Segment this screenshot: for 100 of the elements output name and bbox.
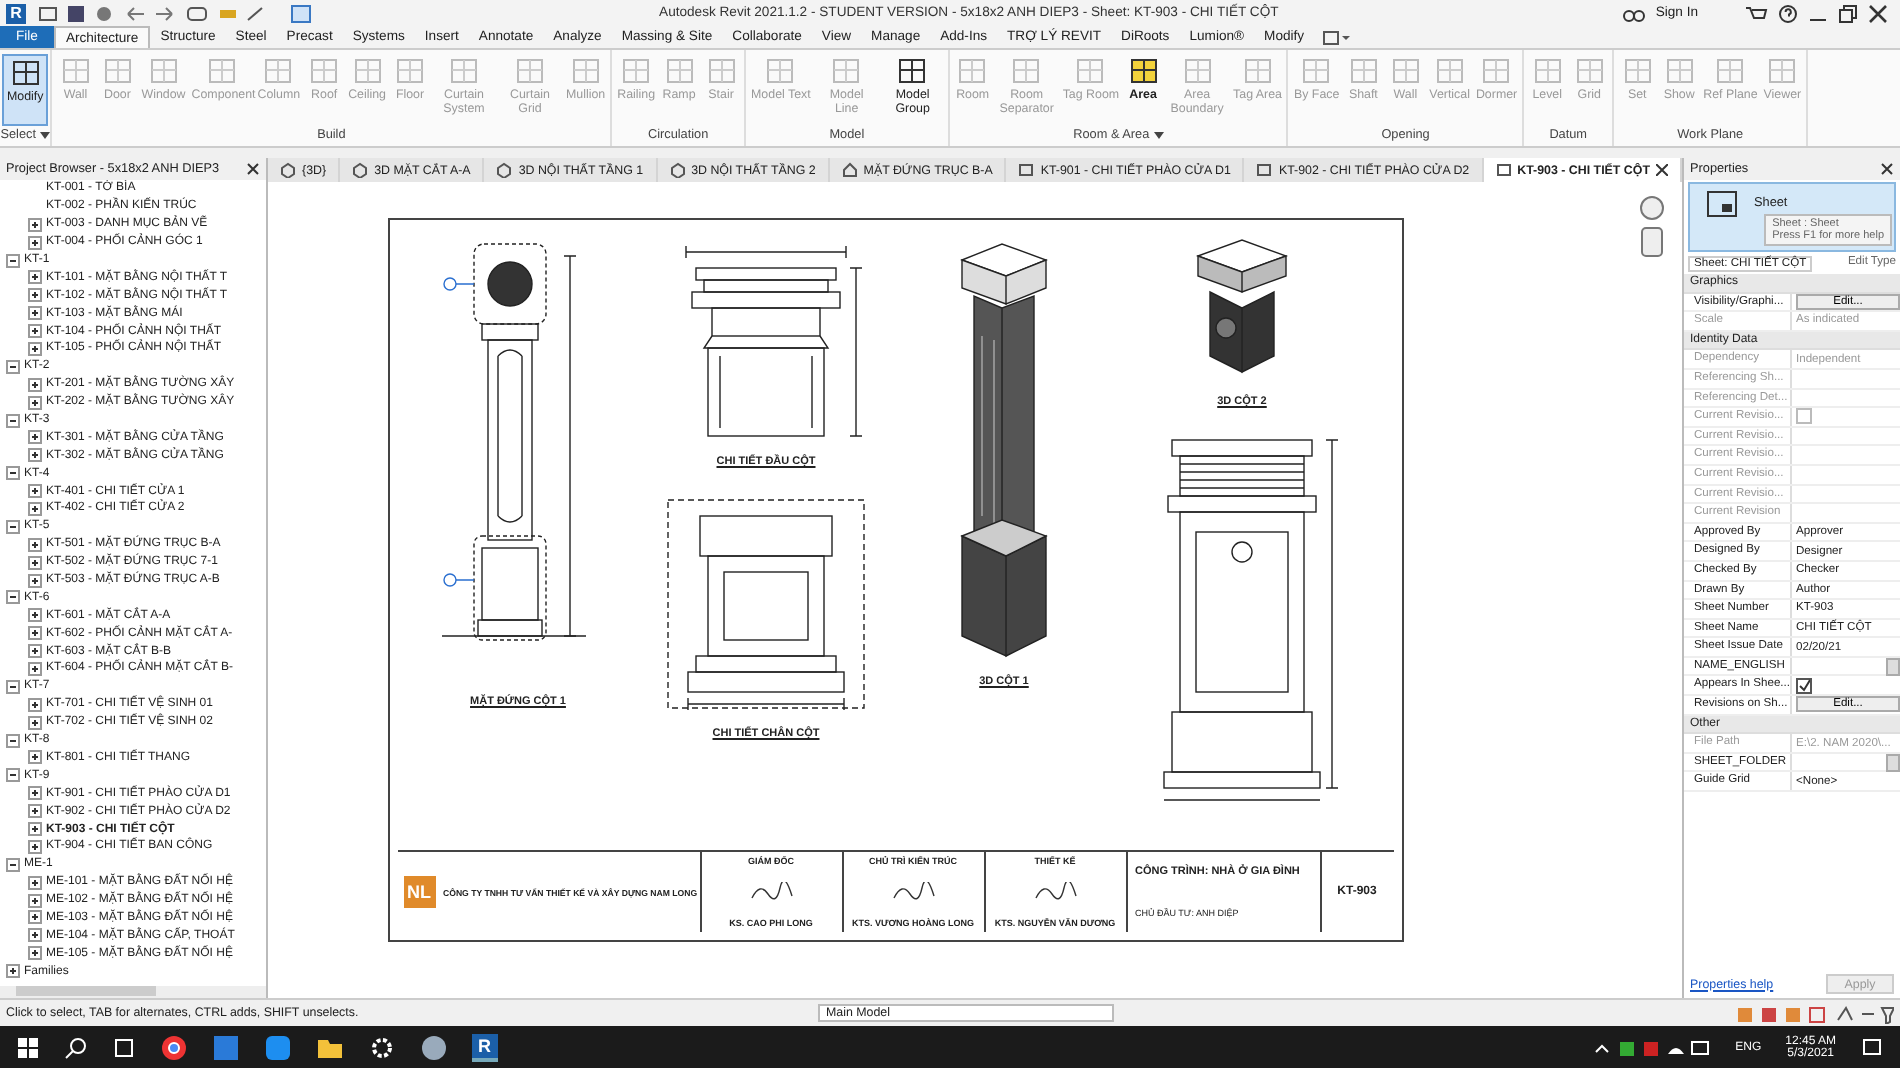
view-type-icon bbox=[669, 162, 686, 178]
expand-toggle-icon[interactable] bbox=[28, 324, 42, 339]
expand-toggle-icon[interactable] bbox=[6, 519, 20, 534]
tool-icon bbox=[1241, 56, 1274, 86]
expand-toggle-icon[interactable] bbox=[28, 235, 42, 250]
expand-toggle-icon[interactable] bbox=[28, 377, 42, 392]
expand-toggle-icon[interactable] bbox=[6, 590, 20, 605]
view-type-icon bbox=[1495, 162, 1512, 178]
tool-icon bbox=[1573, 56, 1606, 86]
expand-toggle-icon[interactable] bbox=[28, 501, 42, 516]
tool-icon bbox=[9, 58, 42, 88]
expand-toggle-icon[interactable] bbox=[28, 430, 42, 445]
browser-icon[interactable] bbox=[160, 1033, 188, 1061]
cart-icon[interactable] bbox=[1744, 3, 1768, 23]
expand-toggle-icon[interactable] bbox=[28, 288, 42, 303]
tool-icon bbox=[1531, 56, 1564, 86]
close-icon[interactable] bbox=[1880, 162, 1894, 176]
expand-toggle-icon[interactable] bbox=[28, 395, 42, 410]
tool-icon bbox=[1389, 56, 1422, 86]
search-icon[interactable] bbox=[64, 1035, 88, 1059]
expand-toggle-icon[interactable] bbox=[6, 857, 20, 872]
sheet-icon bbox=[1702, 186, 1742, 222]
close-icon[interactable] bbox=[1868, 3, 1888, 23]
close-icon[interactable] bbox=[1656, 164, 1668, 176]
tool-icon bbox=[448, 56, 480, 86]
expand-toggle-icon[interactable] bbox=[28, 804, 42, 819]
quick-access-icons[interactable] bbox=[36, 3, 316, 23]
expand-toggle-icon[interactable] bbox=[6, 964, 20, 979]
expand-toggle-icon[interactable] bbox=[28, 644, 42, 659]
caret-icon[interactable] bbox=[40, 131, 50, 139]
expand-toggle-icon[interactable] bbox=[28, 822, 42, 836]
app-logo[interactable]: R bbox=[6, 3, 26, 23]
expand-toggle-icon[interactable] bbox=[6, 768, 20, 783]
view-type-icon bbox=[1018, 162, 1035, 178]
settings-icon[interactable] bbox=[368, 1033, 396, 1061]
tool-icon bbox=[1347, 56, 1380, 86]
tool-icon bbox=[620, 56, 653, 86]
caret-icon[interactable] bbox=[1153, 131, 1164, 139]
expand-toggle-icon[interactable] bbox=[28, 910, 42, 925]
system-tray-icons[interactable] bbox=[1591, 1035, 1712, 1059]
expand-toggle-icon[interactable] bbox=[28, 537, 42, 552]
expand-toggle-icon[interactable] bbox=[28, 946, 42, 961]
expand-toggle-icon[interactable] bbox=[28, 217, 42, 232]
expand-toggle-icon[interactable] bbox=[6, 253, 20, 267]
expand-toggle-icon[interactable] bbox=[28, 573, 42, 588]
tool-icon bbox=[1663, 56, 1696, 86]
help-icon[interactable] bbox=[1778, 3, 1798, 23]
tool-icon bbox=[1621, 56, 1654, 86]
expand-toggle-icon[interactable] bbox=[28, 484, 42, 499]
view-type-icon bbox=[1256, 162, 1273, 178]
tool-icon bbox=[896, 56, 929, 86]
notification-icon[interactable] bbox=[1860, 1035, 1884, 1059]
signature-drawing bbox=[747, 882, 795, 902]
chat-app-icon[interactable] bbox=[264, 1033, 292, 1061]
expand-toggle-icon[interactable] bbox=[28, 750, 42, 765]
expand-toggle-icon[interactable] bbox=[28, 715, 42, 730]
expand-toggle-icon[interactable] bbox=[28, 555, 42, 570]
panel-toggle-icon[interactable] bbox=[1322, 29, 1351, 45]
expand-toggle-icon[interactable] bbox=[28, 697, 42, 712]
tool-icon bbox=[262, 56, 295, 86]
tool-icon bbox=[308, 56, 341, 86]
status-icons[interactable] bbox=[1734, 1003, 1894, 1023]
expand-toggle-icon[interactable] bbox=[28, 928, 42, 943]
restore-icon[interactable] bbox=[1838, 3, 1858, 23]
app-icon[interactable] bbox=[420, 1033, 448, 1061]
windows-start-icon[interactable] bbox=[16, 1035, 40, 1059]
tool-icon bbox=[101, 56, 134, 86]
expand-toggle-icon[interactable] bbox=[6, 466, 20, 481]
signature-drawing bbox=[889, 882, 937, 902]
expand-toggle-icon[interactable] bbox=[6, 679, 20, 694]
expand-toggle-icon[interactable] bbox=[6, 359, 20, 374]
expand-toggle-icon[interactable] bbox=[28, 875, 42, 890]
view-type-icon bbox=[352, 162, 369, 178]
expand-toggle-icon[interactable] bbox=[6, 733, 20, 748]
close-icon[interactable] bbox=[246, 162, 261, 176]
tool-icon bbox=[1480, 56, 1513, 86]
expand-toggle-icon[interactable] bbox=[28, 341, 42, 356]
tool-icon bbox=[663, 56, 696, 86]
expand-toggle-icon[interactable] bbox=[28, 270, 42, 285]
tool-icon bbox=[205, 56, 238, 86]
tool-icon bbox=[394, 56, 426, 86]
navigation-bar[interactable] bbox=[1638, 194, 1666, 262]
expand-toggle-icon[interactable] bbox=[28, 626, 42, 641]
tool-icon bbox=[569, 56, 602, 86]
photos-icon[interactable] bbox=[212, 1033, 240, 1061]
expand-toggle-icon[interactable] bbox=[28, 893, 42, 908]
expand-toggle-icon[interactable] bbox=[28, 839, 42, 854]
expand-toggle-icon[interactable] bbox=[6, 413, 20, 428]
task-view-icon[interactable] bbox=[112, 1035, 136, 1059]
expand-toggle-icon[interactable] bbox=[28, 786, 42, 801]
expand-toggle-icon[interactable] bbox=[28, 608, 42, 623]
checkbox[interactable] bbox=[1796, 677, 1812, 694]
revit-taskbar-icon[interactable]: R bbox=[472, 1033, 497, 1061]
expand-toggle-icon[interactable] bbox=[28, 448, 42, 463]
expand-toggle-icon[interactable] bbox=[28, 306, 42, 321]
tool-icon bbox=[1766, 56, 1799, 86]
expand-toggle-icon[interactable] bbox=[28, 661, 42, 676]
tool-icon bbox=[1127, 56, 1160, 86]
tool-icon bbox=[59, 56, 92, 86]
tool-icon bbox=[705, 56, 738, 86]
